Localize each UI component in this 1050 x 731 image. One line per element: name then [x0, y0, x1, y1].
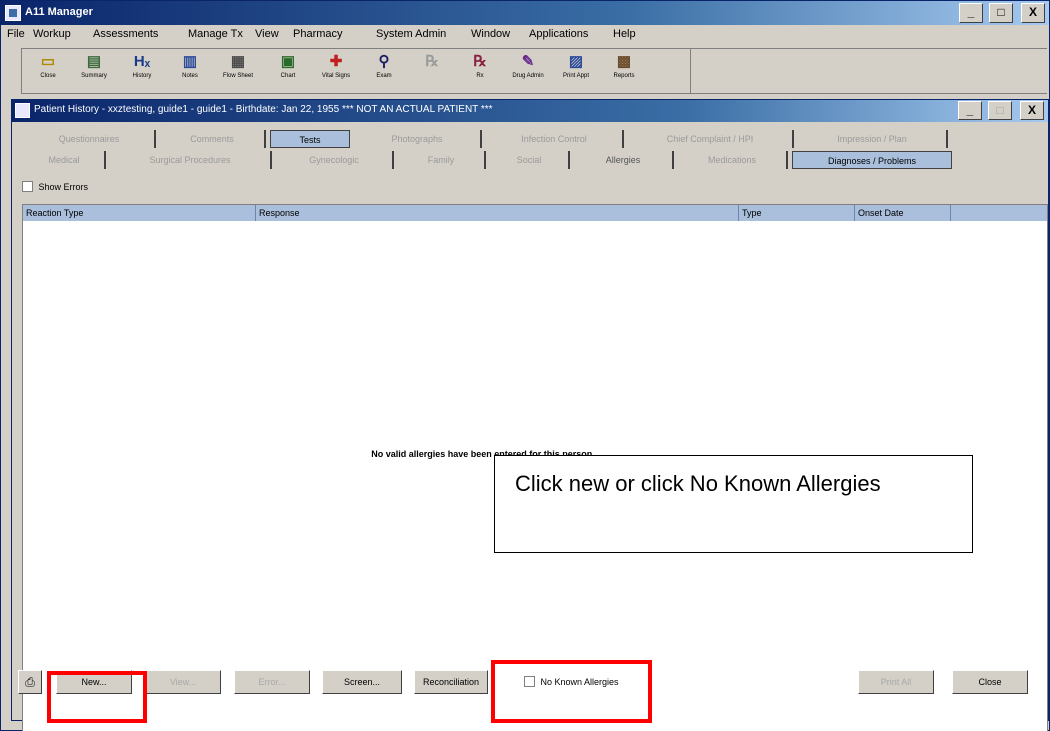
tab-questionnaires[interactable]: Questionnaires	[24, 130, 156, 148]
toolbar-vitals-button[interactable]: ✚ Vital Signs	[314, 51, 358, 91]
chart-icon: ▣	[280, 53, 296, 70]
close-window-button[interactable]: X	[1021, 3, 1045, 23]
no-known-allergies-highlight	[491, 660, 652, 723]
tab-chief-complaint[interactable]: Chief Complaint / HPI	[628, 130, 794, 148]
menu-help[interactable]: Help	[613, 28, 636, 40]
show-errors-checkbox[interactable]	[22, 181, 33, 193]
patient-history-window: Patient History - xxztesting, guide1 - g…	[11, 99, 1049, 731]
show-errors-row: Show Errors	[22, 181, 89, 193]
toolbar-chart-button[interactable]: ▣ Chart	[266, 51, 310, 91]
instruction-callout: Click new or click No Known Allergies	[494, 455, 973, 553]
toolbar-exam-button[interactable]: ⚲ Exam	[362, 51, 406, 91]
toolbar-history-button[interactable]: Hₓ History	[120, 51, 164, 91]
toolbar-close-button[interactable]: ▭ Close	[26, 51, 70, 91]
column-type[interactable]: Type	[739, 205, 855, 221]
reconciliation-button[interactable]: Reconciliation	[414, 670, 488, 694]
toolbar-disabled-button: ℞	[410, 51, 454, 91]
column-reaction-type[interactable]: Reaction Type	[23, 205, 256, 221]
toolbar-summary-button[interactable]: ▤ Summary	[72, 51, 116, 91]
menu-system-admin[interactable]: System Admin	[376, 28, 446, 40]
menu-pharmacy[interactable]: Pharmacy	[293, 28, 343, 40]
menu-window[interactable]: Window	[471, 28, 510, 40]
toolbar-empty-area	[691, 48, 1047, 94]
toolbar-rx-button[interactable]: ℞ Rx	[458, 51, 502, 91]
new-button-highlight	[47, 671, 147, 723]
print-all-button: Print All	[858, 670, 934, 694]
close-button[interactable]: Close	[952, 670, 1028, 694]
history-icon: Hₓ	[133, 53, 151, 70]
tab-tests[interactable]: Tests	[270, 130, 350, 148]
maximize-button[interactable]: □	[989, 3, 1013, 23]
screen-button[interactable]: Screen...	[322, 670, 402, 694]
menu-workup[interactable]: Workup	[33, 28, 71, 40]
app-window: A11 Manager _ □ X File Workup Assessment…	[0, 0, 1050, 731]
child-close-button[interactable]: X	[1020, 101, 1044, 120]
menu-applications[interactable]: Applications	[529, 28, 588, 40]
tab-allergies[interactable]: Allergies	[574, 151, 674, 169]
child-minimize-button[interactable]: _	[958, 101, 982, 120]
show-errors-label: Show Errors	[38, 181, 89, 192]
minimize-button[interactable]: _	[959, 3, 983, 23]
print-appt-icon: ▨	[568, 53, 584, 70]
column-onset-date[interactable]: Onset Date	[855, 205, 951, 221]
toolbar-drug-admin-button[interactable]: ✎ Drug Admin	[506, 51, 550, 91]
child-title: Patient History - xxztesting, guide1 - g…	[34, 104, 493, 115]
vitals-icon: ✚	[329, 53, 343, 70]
menu-bar: File Workup Assessments Manage Tx View P…	[1, 25, 1049, 45]
app-title: A11 Manager	[25, 6, 93, 18]
app-icon	[5, 5, 21, 21]
drug-admin-icon: ✎	[521, 53, 535, 70]
notes-icon: ▥	[182, 53, 198, 70]
toolbar-print-appt-button[interactable]: ▨ Print Appt	[554, 51, 598, 91]
error-button: Error...	[234, 670, 310, 694]
menu-view[interactable]: View	[255, 28, 279, 40]
menu-manage-tx[interactable]: Manage Tx	[188, 28, 243, 40]
exam-icon: ⚲	[378, 53, 390, 70]
app-title-bar: A11 Manager _ □ X	[1, 1, 1049, 25]
tab-impression-plan[interactable]: Impression / Plan	[798, 130, 948, 148]
folder-icon: ▭	[40, 53, 56, 70]
disabled-tool-icon: ℞	[425, 53, 439, 70]
tab-photographs[interactable]: Photographs	[354, 130, 482, 148]
tab-gynecologic[interactable]: Gynecologic	[276, 151, 394, 169]
print-icon[interactable]: ⎙	[18, 670, 42, 694]
main-toolbar: ▭ Close ▤ Summary Hₓ History ▥ Notes ▦ F…	[21, 48, 691, 94]
child-maximize-button[interactable]: □	[988, 101, 1012, 120]
menu-file[interactable]: File	[7, 28, 25, 40]
flowsheet-icon: ▦	[230, 53, 246, 70]
reports-icon: ▩	[616, 53, 632, 70]
tab-infection-control[interactable]: Infection Control	[486, 130, 624, 148]
rx-icon: ℞	[473, 53, 487, 70]
tab-comments[interactable]: Comments	[160, 130, 266, 148]
toolbar-notes-button[interactable]: ▥ Notes	[168, 51, 212, 91]
tab-medical[interactable]: Medical	[24, 151, 106, 169]
window-icon	[15, 103, 30, 118]
tab-social[interactable]: Social	[490, 151, 570, 169]
view-button: View...	[145, 670, 221, 694]
tab-diagnoses-problems[interactable]: Diagnoses / Problems	[792, 151, 952, 169]
column-blank	[951, 205, 1047, 221]
toolbar-reports-button[interactable]: ▩ Reports	[602, 51, 646, 91]
column-response[interactable]: Response	[256, 205, 739, 221]
tab-surgical-procedures[interactable]: Surgical Procedures	[110, 151, 272, 169]
summary-icon: ▤	[86, 53, 102, 70]
menu-assessments[interactable]: Assessments	[93, 28, 158, 40]
tab-medications[interactable]: Medications	[678, 151, 788, 169]
child-title-bar: Patient History - xxztesting, guide1 - g…	[12, 100, 1048, 122]
tab-family[interactable]: Family	[398, 151, 486, 169]
toolbar-flowsheet-button[interactable]: ▦ Flow Sheet	[216, 51, 260, 91]
